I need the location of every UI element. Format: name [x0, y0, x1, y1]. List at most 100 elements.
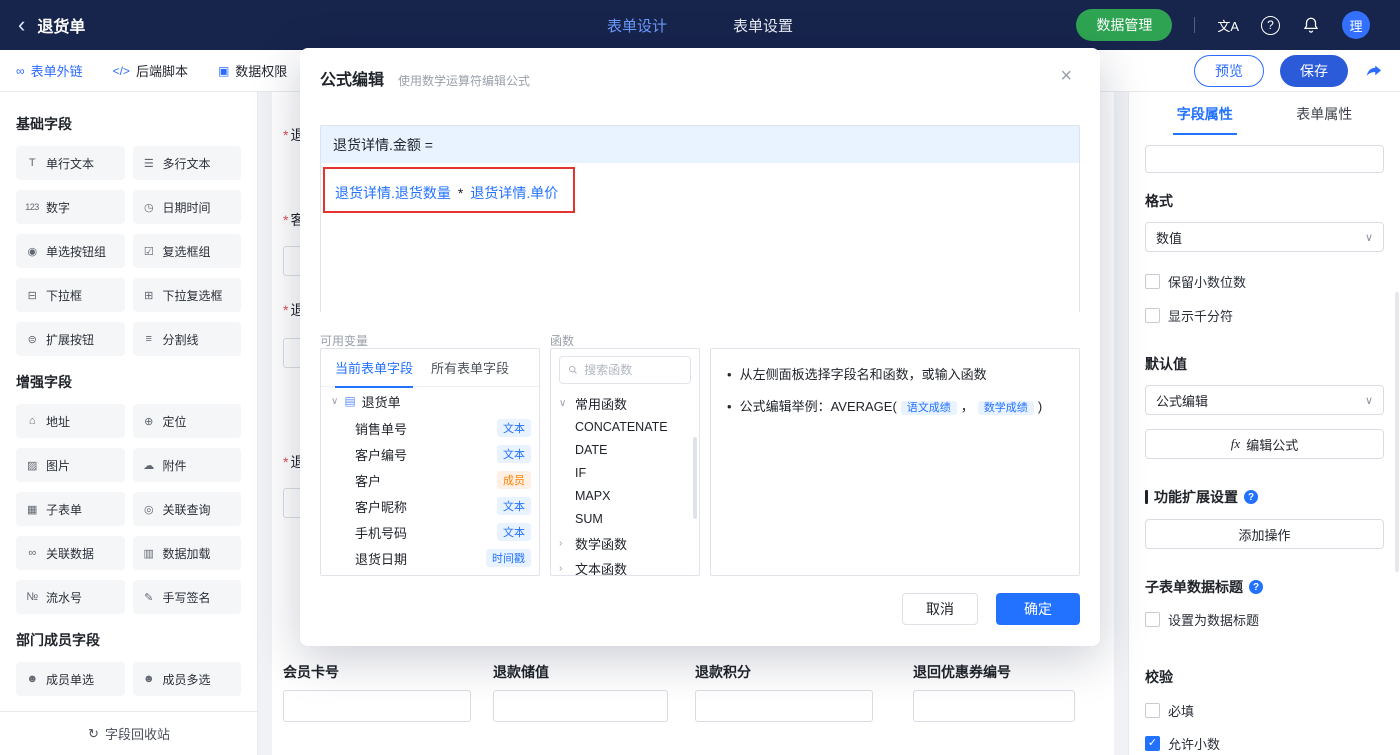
- divider: [1194, 17, 1196, 33]
- function-group-math[interactable]: › 数学函数: [551, 531, 699, 556]
- scrollbar[interactable]: [1395, 292, 1399, 572]
- scrollbar[interactable]: [693, 437, 697, 519]
- palette-item-address[interactable]: ⌂ 地址: [16, 404, 125, 438]
- format-select[interactable]: 数值 ∨: [1145, 222, 1384, 252]
- checkbox-checked-icon: [1145, 736, 1160, 751]
- variable-name: 客户编号: [355, 447, 408, 463]
- palette-item-divider[interactable]: ≡ 分割线: [132, 322, 241, 356]
- backend-script-button[interactable]: </> 后端脚本: [113, 61, 188, 80]
- variable-row[interactable]: 客户昵称 文本: [321, 493, 539, 519]
- keep-decimals-checkbox[interactable]: 保留小数位数: [1145, 272, 1384, 291]
- save-button[interactable]: 保存: [1280, 54, 1348, 87]
- format-value: 数值: [1156, 230, 1183, 246]
- example-field-tag: 语文成绩: [900, 401, 957, 416]
- data-permission-button[interactable]: ▣ 数据权限: [218, 61, 287, 80]
- palette-item-subform[interactable]: ▦ 子表单: [16, 492, 125, 526]
- field-label-member-card: 会员卡号: [283, 664, 339, 680]
- default-value-select[interactable]: 公式编辑 ∨: [1145, 385, 1384, 415]
- palette-item-signature[interactable]: ✎ 手写签名: [132, 580, 241, 614]
- palette-item-radio-group[interactable]: ◉ 单选按钮组: [16, 234, 125, 268]
- allow-decimals-checkbox[interactable]: 允许小数: [1145, 734, 1384, 753]
- function-item[interactable]: MAPX: [551, 485, 699, 508]
- tab-form-settings[interactable]: 表单设置: [733, 15, 793, 36]
- palette-item-member-single[interactable]: ☻ 成员单选: [16, 662, 125, 696]
- formula-field-token[interactable]: 退货详情.退货数量: [335, 185, 451, 201]
- refund-points-input[interactable]: [695, 690, 873, 722]
- recycle-icon: ↻: [88, 725, 99, 741]
- required-checkbox[interactable]: 必填: [1145, 701, 1384, 720]
- pen-icon: ✎: [144, 591, 153, 604]
- function-item[interactable]: CONCATENATE: [551, 416, 699, 439]
- tab-form-design[interactable]: 表单设计: [607, 15, 667, 36]
- modal-footer: 取消 确定: [300, 593, 1080, 625]
- avatar[interactable]: 理: [1342, 11, 1370, 39]
- add-action-button[interactable]: 添加操作: [1145, 519, 1384, 549]
- bell-icon[interactable]: [1302, 16, 1320, 34]
- palette-item-dropdown[interactable]: ⊟ 下拉框: [16, 278, 125, 312]
- function-item[interactable]: SUM: [551, 508, 699, 531]
- function-group-text[interactable]: › 文本函数: [551, 556, 699, 575]
- palette-item-multi-line-text[interactable]: ☰ 多行文本: [132, 146, 241, 180]
- function-search-input[interactable]: [584, 363, 682, 377]
- field-title-input[interactable]: [1145, 145, 1384, 173]
- formula-expression[interactable]: 退货详情.退货数量 * 退货详情.单价: [335, 183, 558, 203]
- variable-row[interactable]: 退货日期 时间戳: [321, 545, 539, 571]
- palette-item-related-data[interactable]: ∞ 关联数据: [16, 536, 125, 570]
- palette-item-dropdown-multi[interactable]: ⊞ 下拉复选框: [132, 278, 241, 312]
- help-circle-icon[interactable]: ?: [1249, 580, 1263, 594]
- function-search[interactable]: [559, 356, 691, 384]
- thousands-separator-checkbox[interactable]: 显示千分符: [1145, 306, 1384, 325]
- tab-current-form-fields[interactable]: 当前表单字段: [335, 349, 414, 388]
- tree-root-form[interactable]: ∨ ▤ 退货单: [321, 387, 539, 415]
- search-link-icon: ◎: [143, 503, 154, 516]
- palette-item-data-load[interactable]: ▥ 数据加载: [132, 536, 241, 570]
- bullet-icon: •: [727, 367, 732, 382]
- return-coupon-input[interactable]: [913, 690, 1075, 722]
- help-icon[interactable]: ?: [1261, 15, 1280, 35]
- variable-name: 销售单号: [355, 421, 408, 437]
- set-data-title-checkbox[interactable]: 设置为数据标题: [1145, 610, 1384, 629]
- palette-item-image[interactable]: ▨ 图片: [16, 448, 125, 482]
- checkbox-label: 显示千分符: [1168, 309, 1234, 324]
- cancel-button[interactable]: 取消: [902, 593, 978, 625]
- tab-form-properties[interactable]: 表单属性: [1292, 104, 1356, 124]
- formula-field-token[interactable]: 退货详情.单价: [470, 185, 558, 201]
- back-icon[interactable]: ‹: [18, 14, 25, 36]
- function-item[interactable]: IF: [551, 462, 699, 485]
- share-icon[interactable]: [1364, 61, 1384, 81]
- close-icon[interactable]: ×: [1060, 66, 1072, 86]
- link-icon: ∞: [16, 63, 25, 78]
- variable-row[interactable]: 手机号码 文本: [321, 519, 539, 545]
- palette-item-checkbox-group[interactable]: ☑ 复选框组: [132, 234, 241, 268]
- variable-row[interactable]: 客户 成员: [321, 467, 539, 493]
- subform-title-label: 子表单数据标题: [1145, 579, 1243, 595]
- palette-item-number[interactable]: 123 数字: [16, 190, 125, 224]
- palette-item-single-line-text[interactable]: T 单行文本: [16, 146, 125, 180]
- palette-item-location[interactable]: ⊕ 定位: [132, 404, 241, 438]
- tab-all-form-fields[interactable]: 所有表单字段: [431, 358, 509, 377]
- confirm-button[interactable]: 确定: [996, 593, 1080, 625]
- preview-button[interactable]: 预览: [1194, 54, 1264, 87]
- palette-item-datetime[interactable]: ◷ 日期时间: [132, 190, 241, 224]
- data-manage-button[interactable]: 数据管理: [1076, 9, 1173, 41]
- chevron-down-icon: ∨: [331, 395, 339, 407]
- palette-item-extend-button[interactable]: ⊜ 扩展按钮: [16, 322, 125, 356]
- palette-item-related-query[interactable]: ◎ 关联查询: [132, 492, 241, 526]
- member-card-input[interactable]: [283, 690, 471, 722]
- translate-icon[interactable]: 文A: [1217, 16, 1239, 35]
- tab-field-properties[interactable]: 字段属性: [1172, 104, 1237, 135]
- palette-item-serial-number[interactable]: № 流水号: [16, 580, 125, 614]
- edit-formula-button[interactable]: fx 编辑公式: [1145, 429, 1384, 459]
- variable-row[interactable]: 客户编号 文本: [321, 441, 539, 467]
- palette-item-member-multi[interactable]: ☻ 成员多选: [132, 662, 241, 696]
- palette-item-label: 流水号: [46, 590, 83, 605]
- function-group-common[interactable]: ∨ 常用函数: [551, 391, 699, 416]
- form-external-link-button[interactable]: ∞ 表单外链: [16, 61, 83, 80]
- formula-input-area[interactable]: 退货详情.退货数量 * 退货详情.单价: [321, 163, 1079, 313]
- help-circle-icon[interactable]: ?: [1244, 490, 1258, 504]
- refund-stored-value-input[interactable]: [493, 690, 668, 722]
- field-recycle-bin[interactable]: ↻ 字段回收站: [0, 711, 257, 755]
- variable-row[interactable]: 销售单号 文本: [321, 415, 539, 441]
- palette-item-attachment[interactable]: ☁ 附件: [132, 448, 241, 482]
- function-item[interactable]: DATE: [551, 439, 699, 462]
